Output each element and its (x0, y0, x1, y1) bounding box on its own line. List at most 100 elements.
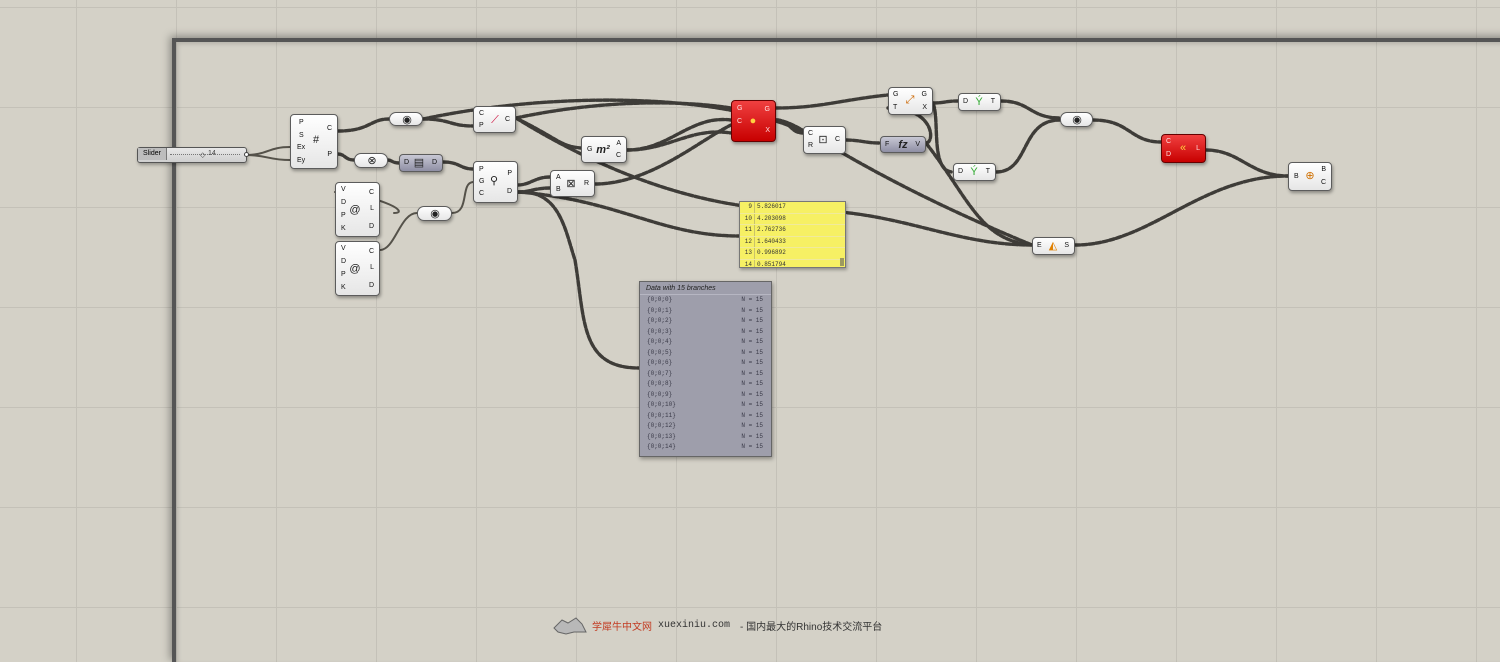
orient-component[interactable]: G T ⤢ G X (888, 87, 933, 115)
area-component[interactable]: G m² A C (581, 136, 627, 163)
area-centroid-component-error[interactable]: G C ● G X (731, 100, 776, 142)
output-label: L (370, 264, 374, 271)
populate-component[interactable]: P G C ⚲ P D (473, 161, 518, 203)
line-icon: ⟋ (491, 113, 499, 126)
data-param-component[interactable]: D ▤ D (399, 154, 443, 172)
row-value: 1.640433 (757, 237, 786, 245)
param-capsule-right[interactable]: ◉ (1060, 112, 1093, 127)
number-slider[interactable]: Slider ◇ 14 (137, 147, 249, 163)
branch-row: {0;0;7} N = 15 (640, 369, 771, 380)
output-label: C (368, 248, 374, 255)
sort-component-error[interactable]: C D « L (1161, 134, 1206, 163)
param-viewer-panel[interactable]: Data with 15 branches {0;0;0} N = 15 {0;0… (639, 281, 772, 457)
branch-path: {0;0;0} (647, 296, 673, 303)
branch-path: {0;0;8} (647, 380, 673, 387)
input-label: Ey (297, 157, 306, 164)
sprout-icon: Ý (970, 165, 978, 178)
watermark-site: xuexiniu.com (658, 619, 731, 631)
branch-path: {0;0;1} (647, 306, 673, 314)
output-label: C (1320, 179, 1326, 186)
branch-row: {0;0;8} N = 15 (640, 379, 771, 390)
input-label: C (808, 130, 814, 137)
branch-path: {0;0;12} (647, 422, 676, 429)
output-label: D (431, 159, 437, 166)
curve-param-capsule[interactable]: ◉ (389, 112, 423, 126)
row-value: 2.762736 (757, 226, 786, 233)
branch-count: N = 15 (741, 411, 763, 419)
disc-icon: ◉ (1072, 113, 1082, 126)
spiral-icon: @ (349, 203, 361, 216)
output-label: D (368, 223, 374, 230)
row-index: 11 (740, 225, 755, 236)
branch-row: {0;0;9} N = 15 (640, 390, 771, 401)
panel-row: 11 2.762736 (740, 225, 845, 237)
input-label: D (1166, 151, 1172, 158)
input-label: B (556, 186, 561, 193)
arc-component-a[interactable]: V D P K @ C L D (335, 182, 380, 237)
brep-component[interactable]: B ⊕ B C (1288, 162, 1332, 191)
panel-row: 12 1.640433 (740, 236, 845, 248)
branch-count: N = 15 (741, 443, 763, 450)
branch-count: N = 15 (741, 306, 763, 314)
watermark: 学犀牛中文网 xuexiniu.com - 国内最大的Rhino技术交流平台 (552, 612, 882, 638)
branch-row: {0;0;6} N = 15 (640, 358, 771, 369)
expression-component[interactable]: F fz V (880, 136, 926, 153)
curve-param-capsule-2[interactable]: ◉ (417, 206, 452, 221)
output-label: X (765, 127, 770, 134)
negative-capsule[interactable]: ⊗ (354, 153, 388, 168)
tree-component-top[interactable]: D Ý T (958, 93, 1001, 111)
branch-row: {0;0;10} N = 15 (640, 400, 771, 411)
row-index: 12 (740, 236, 755, 247)
input-label: D (341, 199, 347, 206)
target-icon: ⊕ (1305, 169, 1315, 182)
curve-component[interactable]: C P ⟋ C (473, 106, 516, 133)
branch-row: {0;0;1} N = 15 (640, 306, 771, 317)
output-label: L (370, 205, 374, 212)
input-label: P (341, 271, 346, 278)
branch-row: {0;0;5} N = 15 (640, 348, 771, 359)
branch-count: N = 15 (741, 422, 763, 429)
branch-count: N = 15 (741, 401, 763, 408)
grid-icon: # (312, 133, 320, 146)
output-label: P (507, 170, 512, 177)
output-label: C (368, 189, 374, 196)
output-label: G (921, 91, 927, 98)
input-label: V (341, 186, 346, 193)
row-value: 5.826017 (757, 203, 786, 210)
panel-scrollbar[interactable] (840, 258, 844, 266)
output-label: C (834, 136, 840, 143)
input-label: E (1037, 242, 1042, 249)
output-label: S (1064, 242, 1069, 249)
branch-row: {0;0;12} N = 15 (640, 421, 771, 432)
branch-path: {0;0;5} (647, 348, 673, 356)
boundary-component[interactable]: C R ⊡ C (803, 126, 846, 154)
sprout-icon: Ý (975, 95, 983, 108)
table-icon: ▤ (413, 156, 425, 169)
panel-row: 14 0.851794 (740, 259, 845, 267)
branch-count: N = 15 (741, 348, 763, 356)
slider-output-port[interactable] (244, 152, 249, 157)
input-label: P (479, 122, 484, 129)
branch-path: {0;0;10} (647, 401, 676, 408)
row-index: 14 (740, 259, 755, 267)
area-icon: m² (596, 143, 610, 156)
branch-path: {0;0;13} (647, 432, 676, 440)
branch-count: N = 15 (741, 380, 763, 387)
arc-component-b[interactable]: V D P K @ C L D (335, 241, 380, 296)
input-label: G (587, 146, 593, 153)
branch-path: {0;0;7} (647, 369, 673, 377)
triangle-flag-icon: ◭ (1048, 239, 1058, 252)
tree-component-bottom[interactable]: D Ý T (953, 163, 996, 181)
branch-row: {0;0;0} N = 15 (640, 295, 771, 306)
multiply-component[interactable]: A B ⊠ R (550, 170, 595, 197)
rectangular-grid-component[interactable]: P S Ex Ey # C P (290, 114, 338, 169)
spheres-icon: ● (749, 114, 757, 127)
bounds-component[interactable]: E ◭ S (1032, 237, 1075, 255)
input-label: D (958, 168, 964, 175)
output-label: L (1196, 145, 1200, 152)
input-label: Ex (297, 144, 306, 151)
slider-knob[interactable]: ◇ (200, 151, 205, 159)
yellow-value-panel[interactable]: 9 5.826017 10 4.203098 11 2.762736 12 1.… (739, 201, 846, 268)
row-value: 4.203098 (757, 214, 786, 222)
output-label: A (616, 140, 621, 147)
